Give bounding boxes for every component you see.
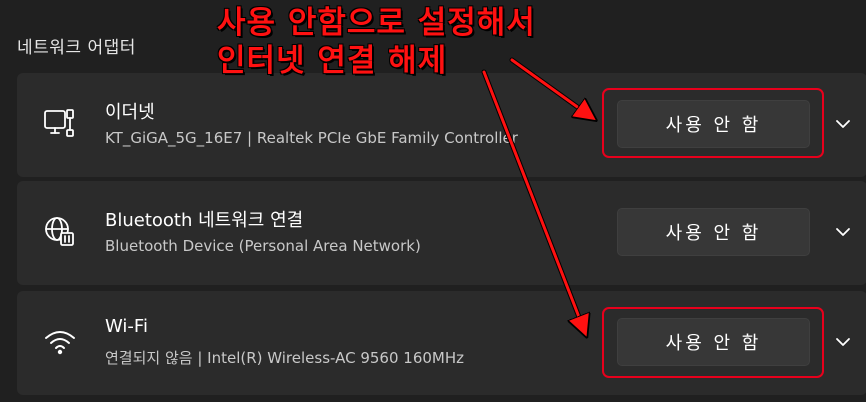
adapter-description: KT_GiGA_5G_16E7 | Realtek PCIe GbE Famil… <box>105 129 518 147</box>
disable-button-bluetooth[interactable]: 사용 안 함 <box>617 208 810 256</box>
chevron-down-icon[interactable] <box>832 113 854 135</box>
adapter-description: 연결되지 않음 | Intel(R) Wireless-AC 9560 160M… <box>105 349 465 367</box>
adapter-name: 이더넷 <box>105 102 155 123</box>
adapter-name: Bluetooth 네트워크 연결 <box>105 210 304 231</box>
network-adapters-panel: 네트워크 어댑터 이더넷 KT_GiGA_5G_16E7 | Realtek P… <box>0 0 866 402</box>
ethernet-icon <box>42 106 78 142</box>
adapter-card-wifi[interactable]: Wi-Fi 연결되지 않음 | Intel(R) Wireless-AC 956… <box>17 291 866 395</box>
bluetooth-network-icon <box>42 214 78 250</box>
disable-button-ethernet[interactable]: 사용 안 함 <box>617 100 810 148</box>
annotation-line-1: 사용 안함으로 설정해서 <box>217 5 536 41</box>
section-title: 네트워크 어댑터 <box>17 38 136 58</box>
wifi-icon <box>42 324 78 360</box>
chevron-down-icon[interactable] <box>832 331 854 353</box>
disable-button-wifi[interactable]: 사용 안 함 <box>617 318 810 366</box>
chevron-down-icon[interactable] <box>832 221 854 243</box>
adapter-description: Bluetooth Device (Personal Area Network) <box>105 237 421 255</box>
adapter-card-bluetooth[interactable]: Bluetooth 네트워크 연결 Bluetooth Device (Pers… <box>17 181 866 285</box>
adapter-name: Wi-Fi <box>105 316 148 337</box>
annotation-line-2: 인터넷 연결 해제 <box>217 43 448 79</box>
annotation-text: 사용 안함으로 설정해서 인터넷 연결 해제 <box>217 4 536 80</box>
adapter-card-ethernet[interactable]: 이더넷 KT_GiGA_5G_16E7 | Realtek PCIe GbE F… <box>17 73 866 177</box>
